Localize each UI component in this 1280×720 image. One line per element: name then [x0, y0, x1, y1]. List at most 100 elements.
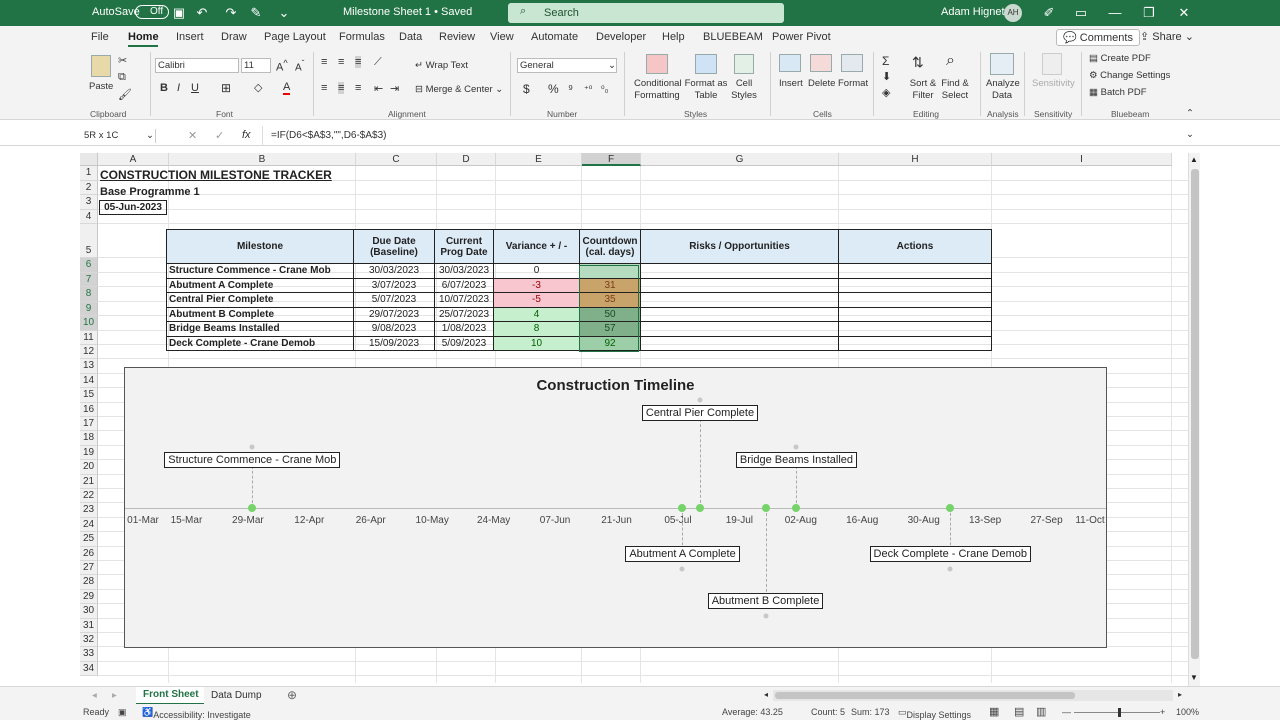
- row-header-31[interactable]: 31: [80, 618, 98, 633]
- wrap-text-button[interactable]: ↵ Wrap Text: [415, 60, 468, 71]
- header-due-date[interactable]: Due Date (Baseline): [353, 229, 435, 264]
- column-header-h[interactable]: H: [839, 153, 992, 166]
- customize-qat-icon[interactable]: ⌄: [275, 4, 293, 22]
- sheet-title[interactable]: CONSTRUCTION MILESTONE TRACKER: [100, 168, 332, 182]
- row-header-9[interactable]: 9: [80, 301, 98, 316]
- tab-automate[interactable]: Automate: [531, 31, 578, 43]
- actions-cell[interactable]: [838, 292, 992, 308]
- format-painter-icon[interactable]: ✎: [247, 4, 265, 22]
- header-actions[interactable]: Actions: [838, 229, 992, 264]
- share-button[interactable]: ⇪ Share ⌄: [1136, 29, 1198, 44]
- actions-cell[interactable]: [838, 306, 992, 322]
- row-header-34[interactable]: 34: [80, 661, 98, 677]
- paste-icon[interactable]: [91, 55, 111, 77]
- tab-developer[interactable]: Developer: [596, 31, 646, 43]
- italic-icon[interactable]: I: [177, 82, 180, 94]
- align-right-icon[interactable]: ≡: [355, 82, 361, 94]
- milestone-label[interactable]: Abutment B Complete: [707, 593, 824, 609]
- scroll-left-icon[interactable]: ◂: [764, 690, 768, 699]
- row-header-11[interactable]: 11: [80, 330, 98, 345]
- page-layout-view-icon[interactable]: ▤: [1014, 705, 1024, 718]
- tab-bluebeam[interactable]: BLUEBEAM: [703, 31, 763, 43]
- countdown-cell[interactable]: 35: [579, 292, 641, 308]
- milestone-marker[interactable]: [678, 504, 687, 512]
- current-date-cell[interactable]: 30/03/2023: [434, 263, 494, 279]
- comments-button[interactable]: 💬 Comments: [1056, 29, 1140, 46]
- tab-home[interactable]: Home: [128, 31, 159, 43]
- due-date-cell[interactable]: 15/09/2023: [353, 335, 435, 351]
- underline-icon[interactable]: U: [191, 82, 199, 94]
- sort-filter-button[interactable]: Sort & Filter: [907, 78, 939, 102]
- countdown-cell[interactable]: 57: [579, 321, 641, 337]
- row-header-10[interactable]: 10: [80, 316, 98, 331]
- paste-button[interactable]: Paste: [89, 81, 113, 92]
- zoom-out-icon[interactable]: —: [1062, 707, 1071, 717]
- countdown-cell[interactable]: 50: [579, 306, 641, 322]
- due-date-cell[interactable]: 5/07/2023: [353, 292, 435, 308]
- tab-power-pivot[interactable]: Power Pivot: [772, 31, 831, 43]
- milestone-cell[interactable]: Structure Commence - Crane Mob: [166, 263, 354, 279]
- risks-cell[interactable]: [640, 277, 839, 293]
- font-color-icon[interactable]: A: [283, 81, 291, 95]
- bold-icon[interactable]: B: [160, 82, 168, 94]
- merge-center-button[interactable]: ⊟ Merge & Center ⌄: [415, 84, 503, 95]
- sheet-tab-front-sheet[interactable]: Front Sheet: [136, 687, 204, 705]
- risks-cell[interactable]: [640, 263, 839, 279]
- insert-cells-button[interactable]: Insert: [779, 78, 803, 89]
- conditional-formatting-button[interactable]: Conditional Formatting: [634, 78, 682, 102]
- undo-icon[interactable]: ↶: [193, 4, 211, 22]
- row-header-28[interactable]: 28: [80, 575, 98, 590]
- scroll-thumb[interactable]: [1191, 169, 1199, 659]
- tab-page-layout[interactable]: Page Layout: [264, 31, 326, 43]
- milestone-marker[interactable]: [248, 504, 257, 512]
- column-header-c[interactable]: C: [356, 153, 437, 166]
- row-header-29[interactable]: 29: [80, 589, 98, 605]
- status-date-cell[interactable]: 05-Jun-2023: [99, 200, 167, 215]
- current-date-cell[interactable]: 5/09/2023: [434, 335, 494, 351]
- horizontal-scrollbar[interactable]: [773, 690, 1173, 701]
- cancel-icon[interactable]: ✕: [188, 129, 197, 142]
- header-variance[interactable]: Variance + / -: [493, 229, 580, 264]
- variance-cell[interactable]: -5: [493, 292, 580, 308]
- expand-formula-icon[interactable]: ⌄: [1186, 129, 1194, 140]
- milestone-cell[interactable]: Abutment A Complete: [166, 277, 354, 293]
- align-middle-icon[interactable]: ≡: [338, 56, 344, 68]
- row-header-8[interactable]: 8: [80, 287, 98, 302]
- countdown-cell[interactable]: 92: [579, 335, 641, 351]
- header-countdown[interactable]: Countdown (cal. days): [579, 229, 641, 264]
- autosave-toggle[interactable]: Off: [135, 5, 170, 19]
- tab-formulas[interactable]: Formulas: [339, 31, 385, 43]
- row-header-14[interactable]: 14: [80, 373, 98, 389]
- page-break-view-icon[interactable]: ▥: [1036, 705, 1046, 718]
- autosum-icon[interactable]: Σ: [882, 54, 889, 68]
- actions-cell[interactable]: [838, 277, 992, 293]
- format-cells-button[interactable]: Format: [838, 78, 868, 89]
- column-header-d[interactable]: D: [437, 153, 496, 166]
- zoom-level[interactable]: 100%: [1176, 707, 1199, 717]
- number-format-select[interactable]: General ⌄: [517, 58, 617, 73]
- select-all-corner[interactable]: [80, 153, 98, 166]
- grow-font-icon[interactable]: A^: [276, 58, 288, 74]
- variance-cell[interactable]: 0: [493, 263, 580, 279]
- timeline-chart[interactable]: Construction Timeline 01-Mar 15-Mar 29-Mar…: [124, 367, 1107, 648]
- variance-cell[interactable]: 8: [493, 321, 580, 337]
- tab-insert[interactable]: Insert: [176, 31, 204, 43]
- due-date-cell[interactable]: 3/07/2023: [353, 277, 435, 293]
- normal-view-icon[interactable]: ▦: [989, 705, 999, 718]
- save-icon[interactable]: ▣: [170, 4, 188, 22]
- actions-cell[interactable]: [838, 321, 992, 337]
- milestone-cell[interactable]: Abutment B Complete: [166, 306, 354, 322]
- currency-icon[interactable]: $: [523, 82, 530, 96]
- risks-cell[interactable]: [640, 292, 839, 308]
- milestone-label[interactable]: Abutment A Complete: [625, 546, 740, 562]
- row-header-6[interactable]: 6: [80, 258, 98, 273]
- cell-styles-button[interactable]: Cell Styles: [728, 78, 760, 102]
- analyze-data-icon[interactable]: [990, 53, 1014, 75]
- actions-cell[interactable]: [838, 335, 992, 351]
- add-sheet-icon[interactable]: ⊕: [287, 688, 297, 702]
- increase-decimal-icon[interactable]: ⁺⁰: [584, 84, 592, 95]
- row-header-25[interactable]: 25: [80, 532, 98, 547]
- conditional-formatting-icon[interactable]: [646, 54, 668, 74]
- row-header-7[interactable]: 7: [80, 272, 98, 287]
- row-header-20[interactable]: 20: [80, 460, 98, 475]
